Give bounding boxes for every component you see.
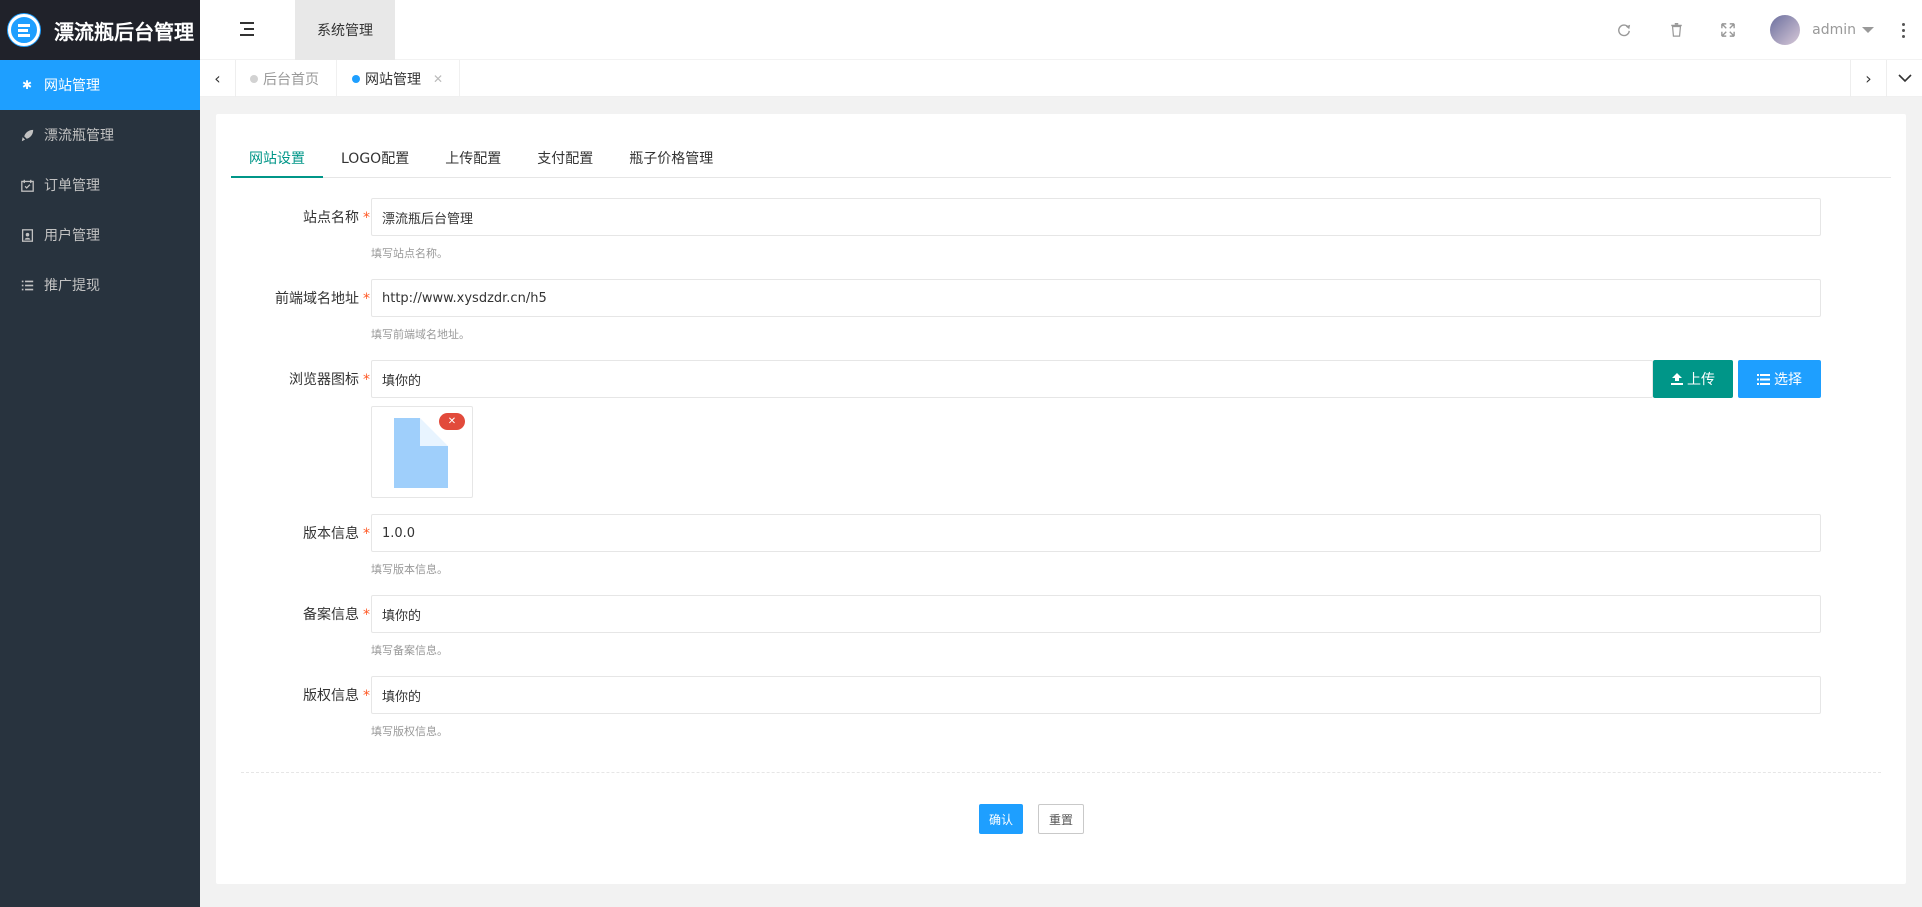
form-help: 填写前端域名地址。	[371, 328, 470, 341]
close-icon[interactable]: ✕	[433, 72, 443, 86]
tab-upload-config[interactable]: 上传配置	[427, 144, 519, 178]
header-actions: admin	[1598, 0, 1922, 60]
copyright-input[interactable]	[371, 676, 1821, 714]
avatar[interactable]	[1770, 15, 1801, 45]
choose-button[interactable]: 选择	[1738, 360, 1821, 398]
chevron-down-icon[interactable]	[1862, 27, 1874, 33]
tab-website-settings[interactable]: 网站设置	[231, 144, 323, 178]
sidebar-item-website[interactable]: ✱ 网站管理	[0, 60, 200, 110]
upload-icon	[1671, 373, 1683, 385]
form-help: 填写版本信息。	[371, 563, 448, 576]
sidebar-item-label: 用户管理	[44, 228, 100, 244]
form-label: 备案信息 *	[303, 607, 370, 623]
logo-icon	[8, 14, 40, 46]
sidebar-item-label: 订单管理	[44, 178, 100, 194]
sidebar-item-label: 推广提现	[44, 278, 100, 294]
trash-icon[interactable]	[1650, 0, 1702, 60]
delete-icon[interactable]: ✕	[439, 413, 465, 430]
page-tabs-bar: ‹ 后台首页 网站管理 ✕ ›	[200, 60, 1922, 97]
form-label: 版权信息 *	[303, 688, 370, 704]
dot-icon	[352, 74, 360, 83]
sidebar: 漂流瓶后台管理 ✱ 网站管理 漂流瓶管理 订单管理 用户管理 推广提现	[0, 0, 200, 907]
tab-logo-config[interactable]: LOGO配置	[323, 144, 427, 178]
sidebar-item-bottles[interactable]: 漂流瓶管理	[0, 110, 200, 160]
user-card-icon	[20, 228, 34, 242]
sidebar-item-orders[interactable]: 订单管理	[0, 160, 200, 210]
chevron-down-icon[interactable]	[1886, 60, 1922, 97]
settings-tabs: 网站设置 LOGO配置 上传配置 支付配置 瓶子价格管理	[231, 144, 1891, 178]
file-icon	[394, 418, 448, 488]
page-tab-website[interactable]: 网站管理 ✕	[336, 60, 461, 97]
tab-payment-config[interactable]: 支付配置	[519, 144, 611, 178]
tab-bottle-price[interactable]: 瓶子价格管理	[611, 144, 731, 178]
list-icon	[1757, 373, 1770, 385]
gear-icon: ✱	[21, 78, 33, 92]
page-tab-label: 后台首页	[263, 71, 319, 88]
fullscreen-icon[interactable]	[1702, 0, 1754, 60]
page-tab-label: 网站管理	[365, 71, 421, 88]
username[interactable]: admin	[1812, 22, 1856, 38]
reset-button[interactable]: 重置	[1038, 804, 1084, 834]
site-name-input[interactable]	[371, 198, 1821, 236]
menu-toggle-icon[interactable]	[240, 22, 256, 36]
upload-button[interactable]: 上传	[1653, 360, 1733, 398]
favicon-input[interactable]	[371, 360, 1653, 398]
top-header: 系统管理 admin	[200, 0, 1922, 60]
form-label: 站点名称 *	[303, 210, 370, 226]
page-tab-home[interactable]: 后台首页	[250, 60, 319, 97]
sidebar-item-promotion[interactable]: 推广提现	[0, 260, 200, 310]
sidebar-item-label: 网站管理	[44, 78, 100, 94]
calendar-check-icon	[20, 178, 34, 192]
dot-icon	[250, 74, 258, 83]
form-label: 版本信息 *	[303, 526, 370, 542]
rocket-icon	[20, 128, 34, 142]
app-title: 漂流瓶后台管理	[54, 19, 194, 44]
version-input[interactable]	[371, 514, 1821, 552]
logo: 漂流瓶后台管理	[0, 0, 200, 60]
form-label: 前端域名地址 *	[275, 291, 370, 307]
chevron-right-icon[interactable]: ›	[1850, 60, 1886, 97]
header-tab-system[interactable]: 系统管理	[295, 0, 395, 60]
domain-input[interactable]	[371, 279, 1821, 317]
sidebar-item-users[interactable]: 用户管理	[0, 210, 200, 260]
confirm-button[interactable]: 确认	[979, 804, 1023, 834]
settings-card: 网站设置 LOGO配置 上传配置 支付配置 瓶子价格管理 站点名称* 填写站点名…	[216, 114, 1906, 884]
favicon-preview: ✕	[371, 406, 473, 498]
more-vertical-icon[interactable]	[1884, 0, 1922, 60]
sidebar-item-label: 漂流瓶管理	[44, 128, 114, 144]
list-icon	[20, 278, 34, 292]
icp-input[interactable]	[371, 595, 1821, 633]
divider	[241, 772, 1881, 773]
form-help: 填写站点名称。	[371, 247, 448, 260]
form-help: 填写版权信息。	[371, 725, 448, 738]
chevron-left-icon[interactable]: ‹	[200, 60, 236, 97]
form-label: 浏览器图标 *	[289, 372, 370, 388]
refresh-icon[interactable]	[1598, 0, 1650, 60]
form-help: 填写备案信息。	[371, 644, 448, 657]
